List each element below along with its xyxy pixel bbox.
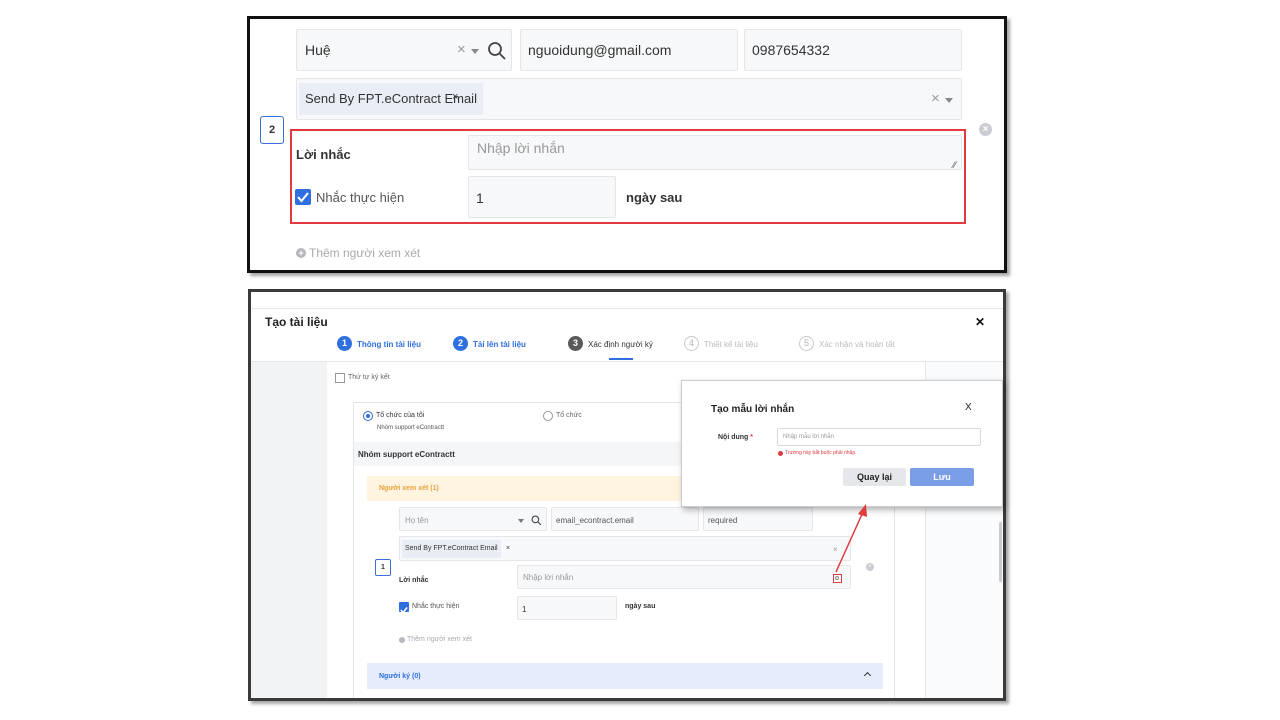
remove-reviewer-icon[interactable]: ×: [979, 123, 992, 136]
close-icon[interactable]: ✕: [975, 315, 985, 329]
content-placeholder: Nhập mẫu lời nhắn: [783, 434, 834, 440]
caret-down-icon[interactable]: [518, 519, 524, 523]
checkmark-icon: [297, 192, 309, 203]
step-label: Xác nhận và hoàn tất: [819, 340, 895, 349]
remind-checkbox[interactable]: [399, 602, 409, 614]
org-mine-sub: Nhóm support eContractt: [377, 425, 445, 431]
fullname-value: Huệ: [305, 42, 331, 58]
signing-order-checkbox[interactable]: [335, 373, 345, 383]
error-text: Trường này bắt buộc phải nhập.: [785, 450, 857, 456]
reviewer-section-title: Người xem xét (1): [379, 485, 439, 492]
plus-circle-icon: +: [296, 248, 306, 258]
scrollbar[interactable]: [999, 522, 1002, 582]
remind-days-suffix: ngày sau: [625, 603, 656, 610]
dialog-title: Tạo tài liệu: [265, 315, 328, 329]
reminder-placeholder: Nhập lời nhắn: [523, 573, 574, 582]
add-reviewer-label: Thêm người xem xét: [309, 246, 421, 260]
add-reviewer-label: Thêm người xem xét: [407, 636, 472, 643]
step-number: 2: [453, 336, 468, 351]
phone-field[interactable]: required: [703, 507, 813, 531]
plus-circle-icon: [399, 637, 405, 643]
step-label: Thiết kế tài liệu: [704, 340, 758, 349]
caret-down-icon[interactable]: [945, 98, 953, 103]
remind-checkbox-label: Nhắc thực hiện: [412, 603, 460, 610]
step-label: Thông tin tài liệu: [357, 340, 421, 349]
order-number-box: 1: [375, 559, 391, 576]
phone-value: 0987654332: [752, 42, 830, 58]
active-step-indicator: [609, 358, 633, 360]
caret-down-icon[interactable]: [471, 49, 479, 54]
send-method-select[interactable]: Send By FPT.eContract Email × ×: [296, 78, 962, 120]
chevron-up-icon[interactable]: [863, 671, 872, 680]
reminder-placeholder: Nhập lời nhắn: [477, 140, 565, 156]
org-other-label: Tổ chức: [556, 412, 582, 419]
step-number: 3: [568, 336, 583, 351]
remind-days-value: 1: [476, 190, 484, 206]
email-field[interactable]: email_econtract.email: [551, 507, 699, 531]
org-mine-label: Tổ chức của tôi: [376, 412, 425, 419]
radio-dot: [366, 414, 370, 418]
signer-section-header[interactable]: Người ký (0): [367, 663, 883, 689]
annotation-arrow: [835, 504, 867, 573]
remind-checkbox[interactable]: [295, 189, 311, 205]
modal-title: Tạo mẫu lời nhắn: [711, 404, 795, 415]
reminder-textarea[interactable]: Nhập lời nhắn ⁄⁄: [468, 135, 962, 170]
clear-icon[interactable]: ×: [457, 41, 466, 58]
tag-remove-icon[interactable]: ×: [452, 91, 458, 103]
email-value: nguoidung@gmail.com: [528, 42, 672, 58]
content-input[interactable]: Nhập mẫu lời nhắn: [777, 428, 981, 446]
email-value: email_econtract.email: [556, 516, 634, 525]
dialog-header: Tạo tài liệu ✕ 1 Thông tin tài liệu 2 Tả…: [251, 292, 1003, 362]
message-template-modal: Tạo mẫu lời nhắn X Nội dung * Nhập mẫu l…: [681, 380, 1003, 507]
phone-value: required: [708, 516, 738, 525]
signing-order-label: Thứ tự ký kết: [348, 374, 390, 381]
step-number: 1: [337, 336, 352, 351]
phone-field[interactable]: 0987654332: [744, 29, 962, 71]
send-method-tag: Send By FPT.eContract Email: [402, 540, 501, 558]
resize-handle-icon[interactable]: ⁄⁄: [953, 160, 956, 170]
remind-days-input[interactable]: 1: [517, 596, 617, 620]
send-method-select[interactable]: Send By FPT.eContract Email × ×: [399, 536, 851, 561]
signer-section-title: Người ký (0): [379, 673, 421, 680]
fullname-select[interactable]: Huệ ×: [296, 29, 512, 71]
zoomed-reviewer-panel: Huệ × nguoidung@gmail.com 0987654332 Sen…: [247, 16, 1007, 273]
fullname-select[interactable]: Họ tên: [399, 507, 547, 531]
reminder-label: Lời nhắc: [399, 577, 429, 584]
content-label-text: Nội dung: [718, 434, 749, 441]
step-number: 4: [684, 336, 699, 351]
step-number: 5: [799, 336, 814, 351]
divider: [251, 308, 1003, 309]
save-button[interactable]: Lưu: [910, 468, 974, 486]
close-icon[interactable]: X: [965, 402, 972, 413]
search-icon[interactable]: [531, 515, 542, 526]
remind-days-value: 1: [522, 605, 527, 614]
reminder-textarea[interactable]: Nhập lời nhắn: [517, 565, 851, 589]
tag-remove-icon[interactable]: ×: [506, 545, 510, 552]
required-mark: *: [750, 434, 754, 441]
error-icon: [778, 451, 783, 456]
checkmark-icon: [400, 607, 408, 614]
fullname-placeholder: Họ tên: [405, 516, 429, 525]
email-field[interactable]: nguoidung@gmail.com: [520, 29, 738, 71]
step-label: Tải lên tài liệu: [473, 340, 526, 349]
step-label: Xác định người ký: [588, 340, 653, 349]
remind-checkbox-label: Nhắc thực hiện: [316, 190, 405, 205]
group-title: Nhóm support eContractt: [358, 450, 455, 459]
order-number-box: 2: [260, 116, 284, 144]
content-label: Nội dung *: [718, 434, 753, 441]
clear-icon[interactable]: ×: [931, 90, 940, 107]
org-other-radio[interactable]: [543, 411, 553, 421]
back-button[interactable]: Quay lại: [843, 468, 906, 486]
org-mine-radio[interactable]: [363, 411, 373, 421]
reminder-label: Lời nhắc: [296, 147, 351, 162]
search-icon[interactable]: [487, 41, 507, 61]
remind-days-suffix: ngày sau: [626, 190, 683, 205]
remind-days-input[interactable]: 1: [468, 176, 616, 218]
